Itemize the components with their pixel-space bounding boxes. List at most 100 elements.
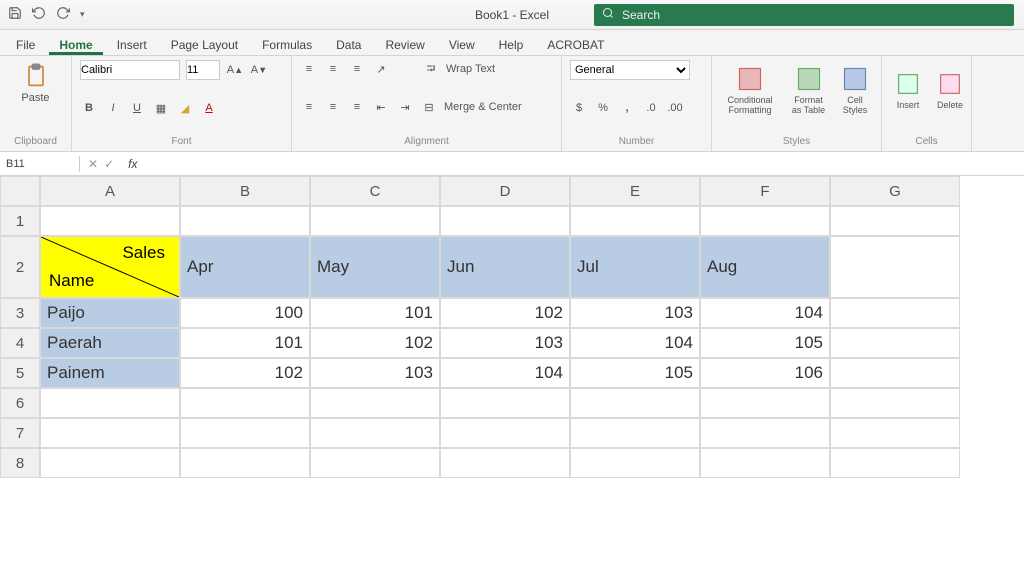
data-cell[interactable]: 101 bbox=[180, 328, 310, 358]
search-box[interactable]: Search bbox=[594, 4, 1014, 26]
font-size[interactable] bbox=[186, 60, 220, 80]
row-header[interactable]: 4 bbox=[0, 328, 40, 358]
cell[interactable] bbox=[440, 448, 570, 478]
align-top-icon[interactable]: ≡ bbox=[300, 60, 318, 78]
tab-formulas[interactable]: Formulas bbox=[252, 34, 322, 55]
save-icon[interactable] bbox=[8, 6, 22, 23]
tab-home[interactable]: Home bbox=[49, 34, 102, 55]
diagonal-header-cell[interactable]: Sales Name bbox=[40, 236, 180, 298]
row-header[interactable]: 2 bbox=[0, 236, 40, 298]
cell[interactable] bbox=[700, 418, 830, 448]
col-header[interactable]: C bbox=[310, 176, 440, 206]
cell[interactable] bbox=[310, 388, 440, 418]
cell[interactable] bbox=[180, 206, 310, 236]
align-right-icon[interactable]: ≡ bbox=[348, 98, 366, 116]
month-header[interactable]: Aug bbox=[700, 236, 830, 298]
data-cell[interactable]: 105 bbox=[700, 328, 830, 358]
cell[interactable] bbox=[180, 448, 310, 478]
cell[interactable] bbox=[830, 328, 960, 358]
align-center-icon[interactable]: ≡ bbox=[324, 98, 342, 116]
month-header[interactable]: Jul bbox=[570, 236, 700, 298]
cell[interactable] bbox=[830, 388, 960, 418]
data-cell[interactable]: 103 bbox=[440, 328, 570, 358]
data-cell[interactable]: 102 bbox=[440, 298, 570, 328]
comma-icon[interactable]: , bbox=[618, 99, 636, 117]
row-header[interactable]: 3 bbox=[0, 298, 40, 328]
row-header[interactable]: 7 bbox=[0, 418, 40, 448]
cell[interactable] bbox=[570, 388, 700, 418]
select-all-corner[interactable] bbox=[0, 176, 40, 206]
paste-button[interactable]: Paste bbox=[8, 60, 63, 106]
currency-icon[interactable]: $ bbox=[570, 99, 588, 117]
col-header[interactable]: A bbox=[40, 176, 180, 206]
tab-view[interactable]: View bbox=[439, 34, 485, 55]
name-cell[interactable]: Paerah bbox=[40, 328, 180, 358]
data-cell[interactable]: 102 bbox=[180, 358, 310, 388]
increase-decimal-icon[interactable]: .0 bbox=[642, 99, 660, 117]
undo-icon[interactable] bbox=[32, 6, 46, 23]
percent-icon[interactable]: % bbox=[594, 99, 612, 117]
tab-page-layout[interactable]: Page Layout bbox=[161, 34, 248, 55]
cell[interactable] bbox=[310, 206, 440, 236]
month-header[interactable]: Jun bbox=[440, 236, 570, 298]
merge-icon[interactable]: ⊟ bbox=[420, 98, 438, 116]
cell[interactable] bbox=[700, 388, 830, 418]
row-header[interactable]: 6 bbox=[0, 388, 40, 418]
wrap-text-icon[interactable]: ⮒ bbox=[422, 60, 440, 78]
tab-review[interactable]: Review bbox=[375, 34, 434, 55]
decrease-font-icon[interactable]: A▼ bbox=[250, 61, 268, 79]
cell[interactable] bbox=[440, 418, 570, 448]
cell[interactable] bbox=[180, 388, 310, 418]
cell[interactable] bbox=[570, 448, 700, 478]
name-cell[interactable]: Painem bbox=[40, 358, 180, 388]
tab-insert[interactable]: Insert bbox=[107, 34, 157, 55]
cell[interactable] bbox=[570, 418, 700, 448]
cell[interactable] bbox=[830, 206, 960, 236]
data-cell[interactable]: 104 bbox=[440, 358, 570, 388]
data-cell[interactable]: 106 bbox=[700, 358, 830, 388]
qat-customize-icon[interactable]: ▾ bbox=[80, 9, 85, 20]
col-header[interactable]: B bbox=[180, 176, 310, 206]
cell[interactable] bbox=[180, 418, 310, 448]
conditional-formatting-button[interactable]: Conditional Formatting bbox=[720, 63, 780, 117]
cell[interactable] bbox=[830, 298, 960, 328]
font-name[interactable] bbox=[80, 60, 180, 80]
cell[interactable] bbox=[830, 236, 960, 298]
cell[interactable] bbox=[830, 448, 960, 478]
number-format[interactable]: General bbox=[570, 60, 690, 80]
bold-icon[interactable]: B bbox=[80, 99, 98, 117]
align-middle-icon[interactable]: ≡ bbox=[324, 60, 342, 78]
format-as-table-button[interactable]: Format as Table bbox=[786, 63, 831, 117]
month-header[interactable]: May bbox=[310, 236, 440, 298]
underline-icon[interactable]: U bbox=[128, 99, 146, 117]
cell[interactable] bbox=[310, 418, 440, 448]
cell[interactable] bbox=[830, 418, 960, 448]
wrap-text-button[interactable]: Wrap Text bbox=[446, 63, 495, 75]
col-header[interactable]: F bbox=[700, 176, 830, 206]
data-cell[interactable]: 103 bbox=[570, 298, 700, 328]
font-color-icon[interactable]: A bbox=[200, 99, 218, 117]
tab-file[interactable]: File bbox=[6, 34, 45, 55]
col-header[interactable]: G bbox=[830, 176, 960, 206]
cell[interactable] bbox=[310, 448, 440, 478]
cell[interactable] bbox=[40, 448, 180, 478]
fx-icon[interactable]: fx bbox=[122, 157, 143, 171]
spreadsheet-grid[interactable]: A B C D E F G 1 2 Sales Name Apr May Jun… bbox=[0, 176, 1024, 478]
cell[interactable] bbox=[440, 388, 570, 418]
cell[interactable] bbox=[440, 206, 570, 236]
increase-indent-icon[interactable]: ⇥ bbox=[396, 98, 414, 116]
name-box[interactable]: B11 bbox=[0, 156, 80, 172]
align-left-icon[interactable]: ≡ bbox=[300, 98, 318, 116]
data-cell[interactable]: 103 bbox=[310, 358, 440, 388]
increase-font-icon[interactable]: A▲ bbox=[226, 61, 244, 79]
data-cell[interactable]: 104 bbox=[700, 298, 830, 328]
data-cell[interactable]: 102 bbox=[310, 328, 440, 358]
row-header[interactable]: 5 bbox=[0, 358, 40, 388]
redo-icon[interactable] bbox=[56, 6, 70, 23]
name-cell[interactable]: Paijo bbox=[40, 298, 180, 328]
cell[interactable] bbox=[700, 206, 830, 236]
enter-formula-icon[interactable]: ✓ bbox=[104, 157, 114, 171]
col-header[interactable]: E bbox=[570, 176, 700, 206]
tab-help[interactable]: Help bbox=[489, 34, 534, 55]
merge-center-button[interactable]: Merge & Center bbox=[444, 101, 522, 113]
